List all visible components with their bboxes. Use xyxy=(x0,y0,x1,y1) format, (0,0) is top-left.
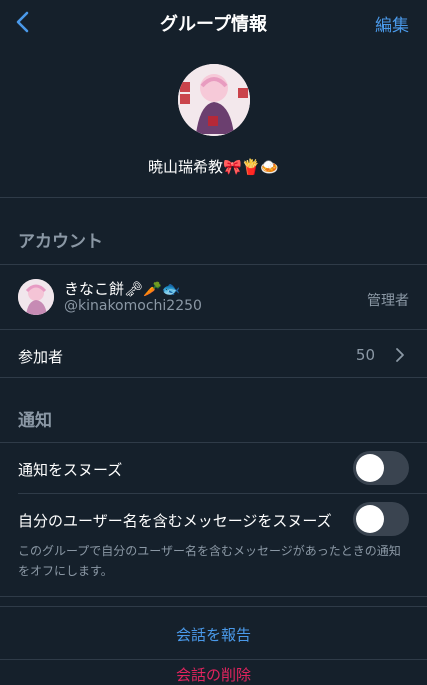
snooze-mentions-toggle[interactable] xyxy=(353,502,409,536)
divider xyxy=(0,329,427,330)
chevron-right-icon xyxy=(395,347,405,363)
divider xyxy=(0,596,427,597)
participants-label: 参加者 xyxy=(18,348,64,366)
report-conversation-button[interactable]: 会話を報告 xyxy=(0,624,427,645)
delete-conversation-button[interactable]: 会話の削除 xyxy=(0,664,427,685)
group-header: 暁山瑞希教🎀🍟🍛 xyxy=(0,44,427,197)
group-avatar[interactable] xyxy=(178,64,250,136)
divider xyxy=(0,264,427,265)
toggle-knob xyxy=(356,454,384,482)
divider xyxy=(0,659,427,660)
participants-count: 50 xyxy=(355,346,375,364)
notification-section-header: 通知 xyxy=(0,378,427,442)
snooze-mentions-description: このグループで自分のユーザー名を含むメッセージがあったときの通知をオフにします。 xyxy=(18,544,401,578)
edit-button[interactable]: 編集 xyxy=(375,11,409,36)
navigation-bar: グループ情報 編集 xyxy=(0,0,427,44)
group-name: 暁山瑞希教🎀🍟🍛 xyxy=(147,158,280,176)
notification-section-label: 通知 xyxy=(18,411,52,431)
snooze-mentions-label: 自分のユーザー名を含むメッセージをスヌーズ xyxy=(18,512,332,530)
toggle-knob xyxy=(356,505,384,533)
member-avatar[interactable] xyxy=(18,279,54,315)
account-section-label: アカウント xyxy=(18,232,103,252)
divider xyxy=(0,606,427,607)
snooze-notifications-toggle[interactable] xyxy=(353,451,409,485)
divider xyxy=(18,493,427,494)
divider xyxy=(0,442,427,443)
page-title: グループ情報 xyxy=(160,14,267,35)
account-section-header: アカウント xyxy=(0,198,427,264)
snooze-notifications-label: 通知をスヌーズ xyxy=(18,461,123,479)
member-role-label: 管理者 xyxy=(367,293,409,309)
member-name: きなこ餅🗝🥕🐟 xyxy=(64,280,181,298)
member-handle: @kinakomochi2250 xyxy=(64,298,202,314)
